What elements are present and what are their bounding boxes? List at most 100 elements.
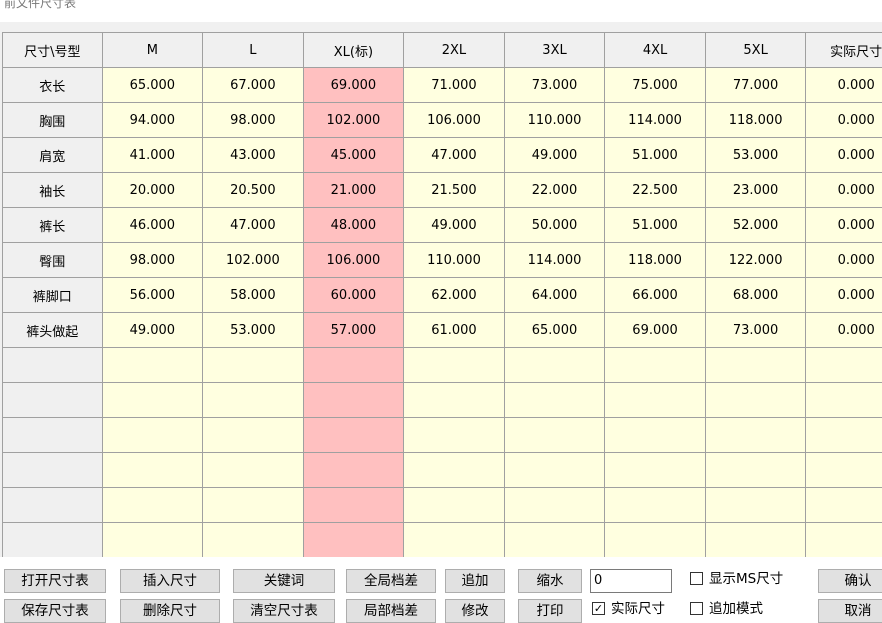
row-header[interactable]: 衣长 <box>3 68 103 103</box>
table-cell[interactable] <box>504 488 605 523</box>
table-cell[interactable] <box>102 348 203 383</box>
table-cell[interactable]: 43.000 <box>203 138 304 173</box>
table-cell[interactable]: 60.000 <box>303 278 404 313</box>
table-cell[interactable]: 53.000 <box>705 138 806 173</box>
table-cell[interactable]: 69.000 <box>303 68 404 103</box>
table-cell[interactable]: 114.000 <box>605 103 706 138</box>
table-cell[interactable]: 58.000 <box>203 278 304 313</box>
table-cell[interactable] <box>806 488 882 523</box>
size-header-standard[interactable]: XL(标) <box>303 33 404 68</box>
table-cell[interactable] <box>806 418 882 453</box>
global-grade-button[interactable]: 全局档差 <box>346 569 436 593</box>
table-cell[interactable]: 66.000 <box>605 278 706 313</box>
table-cell[interactable]: 61.000 <box>404 313 505 348</box>
table-cell[interactable]: 0.000 <box>806 313 882 348</box>
table-cell[interactable] <box>806 523 882 558</box>
table-cell[interactable]: 51.000 <box>605 208 706 243</box>
table-cell[interactable] <box>404 418 505 453</box>
table-cell[interactable] <box>303 383 404 418</box>
table-cell[interactable] <box>504 453 605 488</box>
table-cell[interactable]: 68.000 <box>705 278 806 313</box>
table-cell[interactable] <box>404 383 505 418</box>
table-cell[interactable]: 122.000 <box>705 243 806 278</box>
table-cell[interactable]: 114.000 <box>504 243 605 278</box>
table-cell[interactable]: 52.000 <box>705 208 806 243</box>
cancel-button[interactable]: 取消 <box>818 599 882 623</box>
table-cell[interactable]: 110.000 <box>504 103 605 138</box>
row-header[interactable] <box>3 418 103 453</box>
table-cell[interactable]: 110.000 <box>404 243 505 278</box>
table-cell[interactable] <box>303 418 404 453</box>
table-cell[interactable] <box>102 418 203 453</box>
table-cell[interactable]: 67.000 <box>203 68 304 103</box>
table-cell[interactable] <box>806 453 882 488</box>
table-cell[interactable] <box>605 348 706 383</box>
size-header[interactable]: 2XL <box>404 33 505 68</box>
show-ms-size-checkbox[interactable]: 显示MS尺寸 <box>690 570 783 588</box>
size-header[interactable]: 4XL <box>605 33 706 68</box>
row-header[interactable] <box>3 383 103 418</box>
table-cell[interactable]: 106.000 <box>404 103 505 138</box>
checkbox-box-checked[interactable]: ✓ <box>592 602 605 615</box>
checkbox-box[interactable] <box>690 602 703 615</box>
table-cell[interactable]: 20.000 <box>102 173 203 208</box>
table-cell[interactable]: 23.000 <box>705 173 806 208</box>
table-cell[interactable] <box>102 453 203 488</box>
table-cell[interactable]: 22.000 <box>504 173 605 208</box>
print-button[interactable]: 打印 <box>518 599 582 623</box>
table-cell[interactable] <box>303 453 404 488</box>
table-cell[interactable]: 41.000 <box>102 138 203 173</box>
table-cell[interactable] <box>605 488 706 523</box>
table-cell[interactable] <box>203 453 304 488</box>
table-cell[interactable] <box>303 523 404 558</box>
size-header[interactable]: 3XL <box>504 33 605 68</box>
table-cell[interactable] <box>504 523 605 558</box>
row-header[interactable] <box>3 348 103 383</box>
table-cell[interactable]: 64.000 <box>504 278 605 313</box>
table-cell[interactable]: 21.000 <box>303 173 404 208</box>
table-cell[interactable]: 0.000 <box>806 68 882 103</box>
table-cell[interactable]: 71.000 <box>404 68 505 103</box>
clear-size-table-button[interactable]: 清空尺寸表 <box>233 599 335 623</box>
table-cell[interactable] <box>102 488 203 523</box>
actual-size-checkbox[interactable]: ✓实际尺寸 <box>592 600 665 618</box>
table-cell[interactable]: 47.000 <box>203 208 304 243</box>
size-header[interactable]: 5XL <box>705 33 806 68</box>
table-cell[interactable]: 106.000 <box>303 243 404 278</box>
table-cell[interactable]: 50.000 <box>504 208 605 243</box>
table-cell[interactable]: 22.500 <box>605 173 706 208</box>
table-cell[interactable]: 57.000 <box>303 313 404 348</box>
table-cell[interactable] <box>203 488 304 523</box>
table-cell[interactable] <box>605 523 706 558</box>
table-cell[interactable] <box>806 383 882 418</box>
table-cell[interactable]: 65.000 <box>504 313 605 348</box>
row-header[interactable]: 臀围 <box>3 243 103 278</box>
shrink-button[interactable]: 缩水 <box>518 569 582 593</box>
table-cell[interactable] <box>404 453 505 488</box>
table-cell[interactable] <box>102 383 203 418</box>
local-grade-button[interactable]: 局部档差 <box>346 599 436 623</box>
table-cell[interactable]: 69.000 <box>605 313 706 348</box>
table-cell[interactable] <box>705 383 806 418</box>
checkbox-box[interactable] <box>690 572 703 585</box>
insert-size-button[interactable]: 插入尺寸 <box>120 569 220 593</box>
table-cell[interactable] <box>705 348 806 383</box>
row-header[interactable]: 肩宽 <box>3 138 103 173</box>
append-button[interactable]: 追加 <box>445 569 505 593</box>
table-cell[interactable] <box>705 488 806 523</box>
row-header[interactable] <box>3 523 103 558</box>
table-cell[interactable]: 98.000 <box>102 243 203 278</box>
table-cell[interactable]: 20.500 <box>203 173 304 208</box>
table-cell[interactable] <box>203 383 304 418</box>
table-cell[interactable] <box>102 523 203 558</box>
table-cell[interactable] <box>504 348 605 383</box>
table-cell[interactable]: 45.000 <box>303 138 404 173</box>
size-table-grid[interactable]: 尺寸\号型 M L XL(标) 2XL 3XL 4XL 5XL 实际尺寸 衣长6… <box>0 22 882 557</box>
table-cell[interactable]: 21.500 <box>404 173 505 208</box>
table-cell[interactable]: 47.000 <box>404 138 505 173</box>
table-cell[interactable]: 102.000 <box>203 243 304 278</box>
table-cell[interactable]: 0.000 <box>806 278 882 313</box>
table-cell[interactable] <box>504 418 605 453</box>
table-cell[interactable]: 73.000 <box>705 313 806 348</box>
save-size-table-button[interactable]: 保存尺寸表 <box>4 599 106 623</box>
